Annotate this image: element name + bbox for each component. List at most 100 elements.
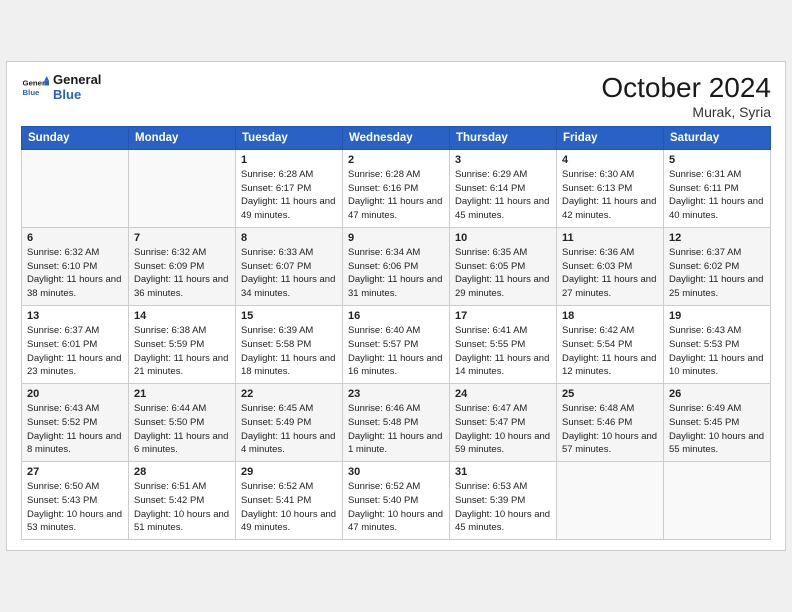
day-number: 7 — [134, 232, 230, 244]
day-number: 10 — [455, 232, 551, 244]
day-cell: 28 Sunrise: 6:51 AMSunset: 5:42 PMDayligh… — [129, 462, 236, 540]
day-cell: 9 Sunrise: 6:34 AMSunset: 6:06 PMDaylight… — [343, 227, 450, 305]
day-cell: 11 Sunrise: 6:36 AMSunset: 6:03 PMDayligh… — [557, 227, 664, 305]
month-title: October 2024 — [601, 72, 771, 104]
day-cell: 8 Sunrise: 6:33 AMSunset: 6:07 PMDaylight… — [236, 227, 343, 305]
weekday-monday: Monday — [129, 126, 236, 149]
day-number: 27 — [27, 466, 123, 478]
day-cell: 27 Sunrise: 6:50 AMSunset: 5:43 PMDayligh… — [22, 462, 129, 540]
day-info: Sunrise: 6:39 AMSunset: 5:58 PMDaylight:… — [241, 324, 337, 379]
day-cell: 17Sunrise: 6:41 AMSunset: 5:55 PMDayligh… — [450, 305, 557, 383]
logo: General Blue General Blue — [21, 72, 101, 103]
day-cell — [557, 462, 664, 540]
day-cell — [129, 149, 236, 227]
day-number: 6 — [27, 232, 123, 244]
day-cell: 25 Sunrise: 6:48 AMSunset: 5:46 PMDayligh… — [557, 384, 664, 462]
day-info: Sunrise: 6:32 AMSunset: 6:10 PMDaylight:… — [27, 246, 123, 301]
day-cell: 20 Sunrise: 6:43 AMSunset: 5:52 PMDayligh… — [22, 384, 129, 462]
calendar-body: 1 Sunrise: 6:28 AMSunset: 6:17 PMDaylight… — [22, 149, 771, 539]
day-cell: 24 Sunrise: 6:47 AMSunset: 5:47 PMDayligh… — [450, 384, 557, 462]
week-row-4: 20 Sunrise: 6:43 AMSunset: 5:52 PMDayligh… — [22, 384, 771, 462]
day-cell: 23 Sunrise: 6:46 AMSunset: 5:48 PMDayligh… — [343, 384, 450, 462]
day-cell: 5 Sunrise: 6:31 AMSunset: 6:11 PMDaylight… — [664, 149, 771, 227]
day-info: Sunrise: 6:33 AMSunset: 6:07 PMDaylight:… — [241, 246, 337, 301]
weekday-thursday: Thursday — [450, 126, 557, 149]
day-info: Sunrise: 6:42 AMSunset: 5:54 PMDaylight:… — [562, 324, 658, 379]
day-cell: 18 Sunrise: 6:42 AMSunset: 5:54 PMDayligh… — [557, 305, 664, 383]
day-cell: 12Sunrise: 6:37 AMSunset: 6:02 PMDayligh… — [664, 227, 771, 305]
day-info: Sunrise: 6:52 AMSunset: 5:40 PMDaylight:… — [348, 480, 444, 535]
day-cell: 15 Sunrise: 6:39 AMSunset: 5:58 PMDayligh… — [236, 305, 343, 383]
day-cell: 22 Sunrise: 6:45 AMSunset: 5:49 PMDayligh… — [236, 384, 343, 462]
day-number: 31 — [455, 466, 551, 478]
logo-icon: General Blue — [21, 73, 49, 101]
day-info: Sunrise: 6:45 AMSunset: 5:49 PMDaylight:… — [241, 402, 337, 457]
day-info: Sunrise: 6:40 AMSunset: 5:57 PMDaylight:… — [348, 324, 444, 379]
day-cell: 19Sunrise: 6:43 AMSunset: 5:53 PMDayligh… — [664, 305, 771, 383]
day-number: 1 — [241, 154, 337, 166]
day-number: 3 — [455, 154, 551, 166]
day-info: Sunrise: 6:50 AMSunset: 5:43 PMDaylight:… — [27, 480, 123, 535]
day-info: Sunrise: 6:31 AMSunset: 6:11 PMDaylight:… — [669, 168, 765, 223]
day-number: 4 — [562, 154, 658, 166]
day-info: Sunrise: 6:43 AMSunset: 5:52 PMDaylight:… — [27, 402, 123, 457]
day-number: 5 — [669, 154, 765, 166]
week-row-3: 13Sunrise: 6:37 AMSunset: 6:01 PMDayligh… — [22, 305, 771, 383]
day-number: 22 — [241, 388, 337, 400]
calendar-grid: SundayMondayTuesdayWednesdayThursdayFrid… — [21, 126, 771, 540]
day-info: Sunrise: 6:28 AMSunset: 6:17 PMDaylight:… — [241, 168, 337, 223]
day-number: 11 — [562, 232, 658, 244]
weekday-sunday: Sunday — [22, 126, 129, 149]
day-number: 21 — [134, 388, 230, 400]
day-cell: 2 Sunrise: 6:28 AMSunset: 6:16 PMDaylight… — [343, 149, 450, 227]
day-info: Sunrise: 6:38 AMSunset: 5:59 PMDaylight:… — [134, 324, 230, 379]
day-info: Sunrise: 6:49 AMSunset: 5:45 PMDaylight:… — [669, 402, 765, 457]
day-info: Sunrise: 6:37 AMSunset: 6:02 PMDaylight:… — [669, 246, 765, 301]
weekday-tuesday: Tuesday — [236, 126, 343, 149]
day-number: 2 — [348, 154, 444, 166]
day-number: 25 — [562, 388, 658, 400]
weekday-header-row: SundayMondayTuesdayWednesdayThursdayFrid… — [22, 126, 771, 149]
day-info: Sunrise: 6:47 AMSunset: 5:47 PMDaylight:… — [455, 402, 551, 457]
weekday-saturday: Saturday — [664, 126, 771, 149]
day-number: 20 — [27, 388, 123, 400]
day-number: 30 — [348, 466, 444, 478]
day-number: 28 — [134, 466, 230, 478]
day-cell: 3 Sunrise: 6:29 AMSunset: 6:14 PMDaylight… — [450, 149, 557, 227]
calendar-container: General Blue General Blue October 2024 M… — [6, 61, 786, 551]
day-info: Sunrise: 6:51 AMSunset: 5:42 PMDaylight:… — [134, 480, 230, 535]
day-number: 23 — [348, 388, 444, 400]
day-info: Sunrise: 6:52 AMSunset: 5:41 PMDaylight:… — [241, 480, 337, 535]
day-number: 8 — [241, 232, 337, 244]
day-info: Sunrise: 6:34 AMSunset: 6:06 PMDaylight:… — [348, 246, 444, 301]
day-info: Sunrise: 6:46 AMSunset: 5:48 PMDaylight:… — [348, 402, 444, 457]
day-number: 18 — [562, 310, 658, 322]
day-number: 9 — [348, 232, 444, 244]
day-info: Sunrise: 6:36 AMSunset: 6:03 PMDaylight:… — [562, 246, 658, 301]
day-number: 15 — [241, 310, 337, 322]
day-cell: 29 Sunrise: 6:52 AMSunset: 5:41 PMDayligh… — [236, 462, 343, 540]
svg-text:Blue: Blue — [23, 88, 41, 97]
day-number: 29 — [241, 466, 337, 478]
day-info: Sunrise: 6:37 AMSunset: 6:01 PMDaylight:… — [27, 324, 123, 379]
day-cell: 4Sunrise: 6:30 AMSunset: 6:13 PMDaylight… — [557, 149, 664, 227]
day-cell: 21Sunrise: 6:44 AMSunset: 5:50 PMDayligh… — [129, 384, 236, 462]
day-cell: 1 Sunrise: 6:28 AMSunset: 6:17 PMDaylight… — [236, 149, 343, 227]
day-cell: 30 Sunrise: 6:52 AMSunset: 5:40 PMDayligh… — [343, 462, 450, 540]
day-info: Sunrise: 6:32 AMSunset: 6:09 PMDaylight:… — [134, 246, 230, 301]
day-info: Sunrise: 6:53 AMSunset: 5:39 PMDaylight:… — [455, 480, 551, 535]
day-number: 14 — [134, 310, 230, 322]
day-cell: 7 Sunrise: 6:32 AMSunset: 6:09 PMDaylight… — [129, 227, 236, 305]
day-number: 16 — [348, 310, 444, 322]
day-number: 19 — [669, 310, 765, 322]
day-cell: 26Sunrise: 6:49 AMSunset: 5:45 PMDayligh… — [664, 384, 771, 462]
day-cell: 13Sunrise: 6:37 AMSunset: 6:01 PMDayligh… — [22, 305, 129, 383]
day-cell — [22, 149, 129, 227]
day-info: Sunrise: 6:35 AMSunset: 6:05 PMDaylight:… — [455, 246, 551, 301]
header-section: General Blue General Blue October 2024 M… — [21, 72, 771, 120]
day-info: Sunrise: 6:48 AMSunset: 5:46 PMDaylight:… — [562, 402, 658, 457]
day-info: Sunrise: 6:28 AMSunset: 6:16 PMDaylight:… — [348, 168, 444, 223]
day-cell: 10 Sunrise: 6:35 AMSunset: 6:05 PMDayligh… — [450, 227, 557, 305]
day-number: 24 — [455, 388, 551, 400]
day-info: Sunrise: 6:29 AMSunset: 6:14 PMDaylight:… — [455, 168, 551, 223]
